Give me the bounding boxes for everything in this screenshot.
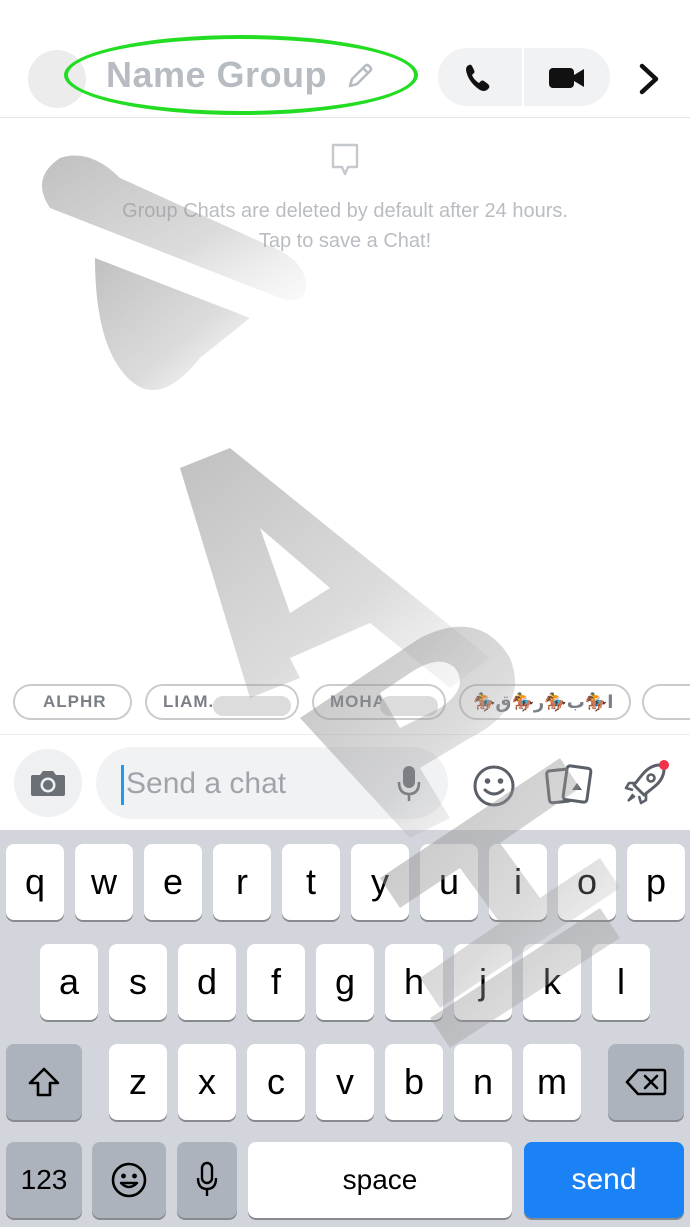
chip-label: ALPHR <box>43 692 107 711</box>
chip-moha[interactable]: MOHA <box>312 684 446 720</box>
notification-dot <box>659 760 669 770</box>
recipient-chips: ALPHR LIAM. MOHA 🏇ﺍ🏇ﺏ🏇ﺭ🏇ﻕ <box>0 680 690 724</box>
chip-overflow[interactable] <box>642 684 690 720</box>
send-key[interactable]: send <box>524 1142 684 1218</box>
phone-icon[interactable] <box>462 62 496 94</box>
notice-line-1: Group Chats are deleted by default after… <box>122 200 568 222</box>
key-k[interactable]: k <box>523 944 581 1020</box>
key-w[interactable]: w <box>75 844 133 920</box>
numbers-key[interactable]: 123 <box>6 1142 82 1218</box>
key-d[interactable]: d <box>178 944 236 1020</box>
video-icon[interactable] <box>548 64 586 92</box>
save-chat-notice[interactable]: Group Chats are deleted by default after… <box>0 196 690 256</box>
rocket-icon[interactable] <box>620 757 672 809</box>
smile-icon[interactable] <box>472 764 516 808</box>
chip-emoji-name[interactable]: 🏇ﺍ🏇ﺏ🏇ﺭ🏇ﻕ <box>459 684 631 720</box>
chip-label: MOHA <box>330 692 386 711</box>
name-redaction <box>380 696 438 716</box>
key-l[interactable]: l <box>592 944 650 1020</box>
backspace-icon <box>625 1068 667 1096</box>
key-h[interactable]: h <box>385 944 443 1020</box>
key-z[interactable]: z <box>109 1044 167 1120</box>
name-redaction <box>213 696 291 716</box>
pill-divider <box>522 48 524 106</box>
backspace-key[interactable] <box>608 1044 684 1120</box>
microphone-icon[interactable] <box>396 764 422 804</box>
shift-icon <box>28 1067 60 1097</box>
emoji-icon <box>111 1162 147 1198</box>
chat-bubble-icon <box>331 143 359 176</box>
key-m[interactable]: m <box>523 1044 581 1120</box>
emoji-key[interactable] <box>92 1142 166 1218</box>
chat-input-placeholder: Send a chat <box>126 767 287 800</box>
space-key[interactable]: space <box>248 1142 512 1218</box>
message-input-row: Send a chat <box>0 734 690 830</box>
camera-icon[interactable] <box>29 768 67 798</box>
chat-header: Name Group <box>0 0 690 118</box>
text-caret <box>121 765 124 805</box>
chip-label: LIAM. <box>163 692 215 711</box>
key-o[interactable]: o <box>558 844 616 920</box>
key-s[interactable]: s <box>109 944 167 1020</box>
shift-key[interactable] <box>6 1044 82 1120</box>
key-t[interactable]: t <box>282 844 340 920</box>
microphone-icon <box>196 1161 218 1196</box>
key-v[interactable]: v <box>316 1044 374 1120</box>
key-e[interactable]: e <box>144 844 202 920</box>
cards-icon[interactable] <box>545 763 593 807</box>
key-a[interactable]: a <box>40 944 98 1020</box>
key-c[interactable]: c <box>247 1044 305 1120</box>
key-j[interactable]: j <box>454 944 512 1020</box>
key-p[interactable]: p <box>627 844 685 920</box>
chip-alphr[interactable]: ALPHR <box>13 684 132 720</box>
key-f[interactable]: f <box>247 944 305 1020</box>
key-b[interactable]: b <box>385 1044 443 1120</box>
chip-label: 🏇ﺍ🏇ﺏ🏇ﺭ🏇ﻕ <box>473 691 614 712</box>
dictation-key[interactable] <box>177 1142 237 1218</box>
key-u[interactable]: u <box>420 844 478 920</box>
key-n[interactable]: n <box>454 1044 512 1120</box>
pencil-icon[interactable] <box>344 60 376 92</box>
key-g[interactable]: g <box>316 944 374 1020</box>
key-q[interactable]: q <box>6 844 64 920</box>
key-y[interactable]: y <box>351 844 409 920</box>
chip-liam[interactable]: LIAM. <box>145 684 299 720</box>
notice-line-2: Tap to save a Chat! <box>258 230 432 252</box>
group-name-title[interactable]: Name Group <box>106 54 327 96</box>
key-x[interactable]: x <box>178 1044 236 1120</box>
key-r[interactable]: r <box>213 844 271 920</box>
ios-keyboard: q w e r t y u i o p a s d f g h j k l z … <box>0 830 690 1227</box>
chevron-right-icon[interactable] <box>636 62 662 96</box>
key-i[interactable]: i <box>489 844 547 920</box>
